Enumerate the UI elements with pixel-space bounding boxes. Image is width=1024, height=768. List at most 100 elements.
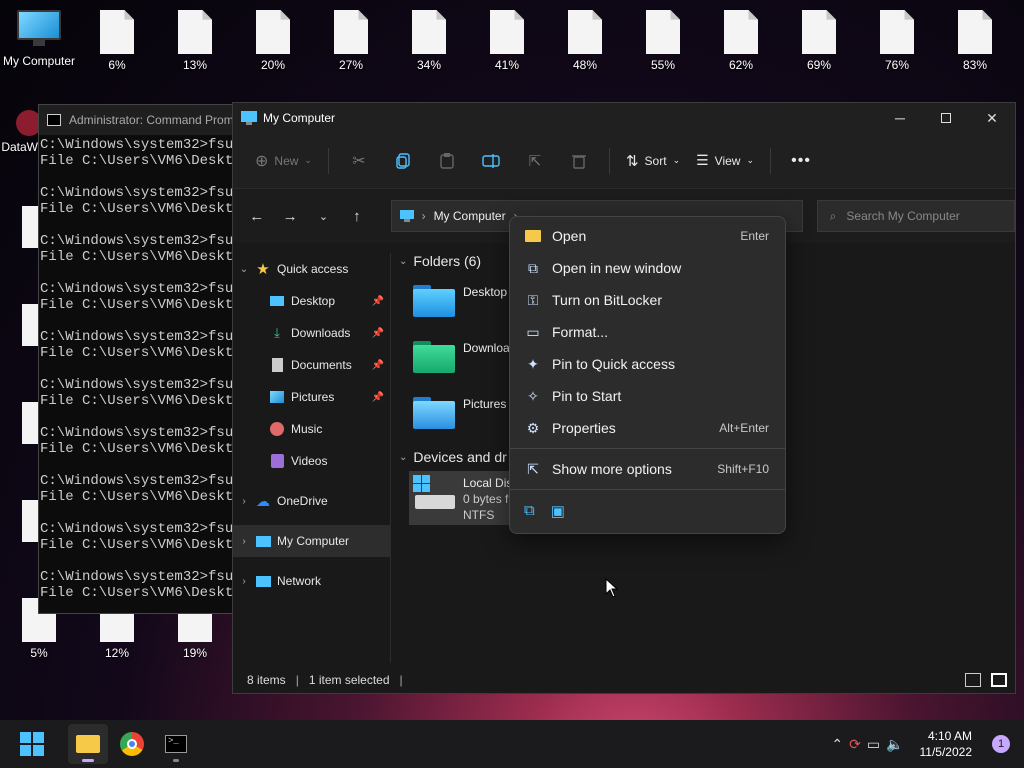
copy-button[interactable] xyxy=(383,145,423,177)
paste-button[interactable] xyxy=(427,145,467,177)
desktop-file-label: 76% xyxy=(884,58,910,72)
nav-item-network[interactable]: › Network xyxy=(233,565,390,597)
nav-label: Pictures xyxy=(291,390,335,404)
cut-button[interactable]: ✂ xyxy=(339,145,379,177)
desktop-file-partial[interactable] xyxy=(22,206,38,248)
nav-item-pictures[interactable]: Pictures 📌 xyxy=(233,381,390,413)
desktop-file-partial[interactable] xyxy=(22,500,38,542)
desktop-file[interactable]: 48% xyxy=(546,10,624,72)
file-icon xyxy=(880,10,914,54)
tiles-view-button[interactable] xyxy=(991,673,1007,687)
new-button[interactable]: ⊕ New ⌄ xyxy=(249,145,318,177)
menu-item-format[interactable]: ▭ Format... xyxy=(510,316,785,348)
minimize-button[interactable]: ─ xyxy=(877,103,923,133)
desktop-file[interactable]: 76% xyxy=(858,10,936,72)
folder-downloads[interactable]: Downloa xyxy=(413,341,510,373)
menu-item-open-new-window[interactable]: ⧉ Open in new window xyxy=(510,252,785,284)
forward-button[interactable]: → xyxy=(274,200,305,232)
desktop-icon-label: DataW xyxy=(1,140,38,154)
desktop-file[interactable]: 13% xyxy=(156,10,234,72)
chevron-up-icon[interactable]: ⌃ xyxy=(831,736,843,753)
chevron-down-icon: ⌄ xyxy=(239,263,249,275)
copy-icon[interactable]: ⧉ xyxy=(524,502,535,520)
explorer-titlebar[interactable]: My Computer ─ ✕ xyxy=(233,103,1015,133)
search-box[interactable]: ⌕ Search My Computer xyxy=(816,200,1016,232)
menu-item-pin-quick-access[interactable]: ✦ Pin to Quick access xyxy=(510,348,785,380)
folder-desktop[interactable]: Desktop xyxy=(413,285,507,317)
speaker-icon[interactable]: 🔈 xyxy=(886,736,903,753)
desktop-file[interactable]: 27% xyxy=(312,10,390,72)
maximize-button[interactable] xyxy=(923,103,969,133)
details-view-button[interactable] xyxy=(965,673,981,687)
taskbar-terminal[interactable]: >_ xyxy=(156,724,196,764)
nav-item-desktop[interactable]: Desktop 📌 xyxy=(233,285,390,317)
video-icon xyxy=(269,453,285,469)
chevron-right-icon: › xyxy=(421,209,426,223)
desktop-file[interactable]: 6% xyxy=(78,10,156,72)
devices-group-header[interactable]: ⌄ Devices and dr xyxy=(395,445,507,469)
file-icon xyxy=(646,10,680,54)
breadcrumb[interactable]: My Computer xyxy=(434,209,506,223)
start-button[interactable] xyxy=(12,724,52,764)
rename-button[interactable] xyxy=(471,145,511,177)
desktop-file[interactable]: 83% xyxy=(936,10,1014,72)
notification-badge[interactable]: 1 xyxy=(992,735,1010,753)
drive-local-disk[interactable]: Local Dis 0 bytes f NTFS xyxy=(409,471,519,525)
menu-item-pin-start[interactable]: ✧ Pin to Start xyxy=(510,380,785,412)
star-icon: ★ xyxy=(256,261,270,278)
nav-item-my-computer[interactable]: › My Computer xyxy=(233,525,390,557)
desktop-file-partial[interactable] xyxy=(22,304,38,346)
file-icon xyxy=(490,10,524,54)
file-icon xyxy=(334,10,368,54)
menu-label: Turn on BitLocker xyxy=(552,292,662,308)
network-icon[interactable]: ▭ xyxy=(867,736,880,753)
menu-item-show-more-options[interactable]: ⇱ Show more options Shift+F10 xyxy=(510,453,785,485)
desktop-file[interactable]: 55% xyxy=(624,10,702,72)
more-icon: ••• xyxy=(791,151,811,169)
rename-icon[interactable]: ▣ xyxy=(551,502,565,520)
folder-pictures[interactable]: Pictures xyxy=(413,397,506,429)
nav-item-quick-access[interactable]: ⌄ ★ Quick access xyxy=(233,253,390,285)
clock[interactable]: 4:10 AM 11/5/2022 xyxy=(920,728,973,760)
menu-item-bitlocker[interactable]: ⚿ Turn on BitLocker xyxy=(510,284,785,316)
nav-item-videos[interactable]: Videos xyxy=(233,445,390,477)
taskbar-file-explorer[interactable] xyxy=(68,724,108,764)
view-button[interactable]: ☰ View ⌄ xyxy=(690,145,760,177)
file-icon xyxy=(724,10,758,54)
desktop-file-label: 13% xyxy=(182,58,208,72)
desktop-file[interactable]: 69% xyxy=(780,10,858,72)
nav-item-downloads[interactable]: ⤓ Downloads 📌 xyxy=(233,317,390,349)
menu-item-properties[interactable]: ⚙ Properties Alt+Enter xyxy=(510,412,785,444)
desktop-file[interactable]: 62% xyxy=(702,10,780,72)
menu-label: Show more options xyxy=(552,461,672,477)
nav-item-onedrive[interactable]: › ☁ OneDrive xyxy=(233,485,390,517)
taskbar-chrome[interactable] xyxy=(112,724,152,764)
desktop-file[interactable]: 34% xyxy=(390,10,468,72)
desktop-file-partial[interactable] xyxy=(22,402,38,444)
back-button[interactable]: ← xyxy=(241,200,272,232)
defender-icon[interactable]: ⟳ xyxy=(849,736,861,753)
nav-item-documents[interactable]: Documents 📌 xyxy=(233,349,390,381)
status-bar: 8 items | 1 item selected | xyxy=(233,667,1015,693)
menu-item-open[interactable]: Open Enter xyxy=(510,220,785,252)
close-button[interactable]: ✕ xyxy=(969,103,1015,133)
chevron-down-icon: ⌄ xyxy=(672,155,681,165)
share-button[interactable]: ⇱ xyxy=(515,145,555,177)
file-icon xyxy=(412,10,446,54)
nav-item-music[interactable]: Music xyxy=(233,413,390,445)
view-label: View xyxy=(714,153,741,168)
delete-button[interactable] xyxy=(559,145,599,177)
up-button[interactable]: ↑ xyxy=(341,200,372,232)
desktop-icon-my-computer[interactable]: My Computer xyxy=(0,10,78,68)
drive-filesystem: NTFS xyxy=(463,508,495,522)
arrow-right-icon: → xyxy=(282,207,298,225)
desktop-file[interactable]: 41% xyxy=(468,10,546,72)
recent-locations-button[interactable]: ⌄ xyxy=(308,200,339,232)
sort-button[interactable]: ⇅ Sort ⌄ xyxy=(620,145,686,177)
desktop-icon-datawrapper[interactable]: DataW xyxy=(0,110,42,154)
context-menu: Open Enter ⧉ Open in new window ⚿ Turn o… xyxy=(509,216,786,534)
navigation-pane: ⌄ ★ Quick access Desktop 📌 ⤓ Downloads 📌… xyxy=(233,253,391,663)
see-more-button[interactable]: ••• xyxy=(781,145,821,177)
terminal-icon xyxy=(47,114,61,126)
desktop-file[interactable]: 20% xyxy=(234,10,312,72)
